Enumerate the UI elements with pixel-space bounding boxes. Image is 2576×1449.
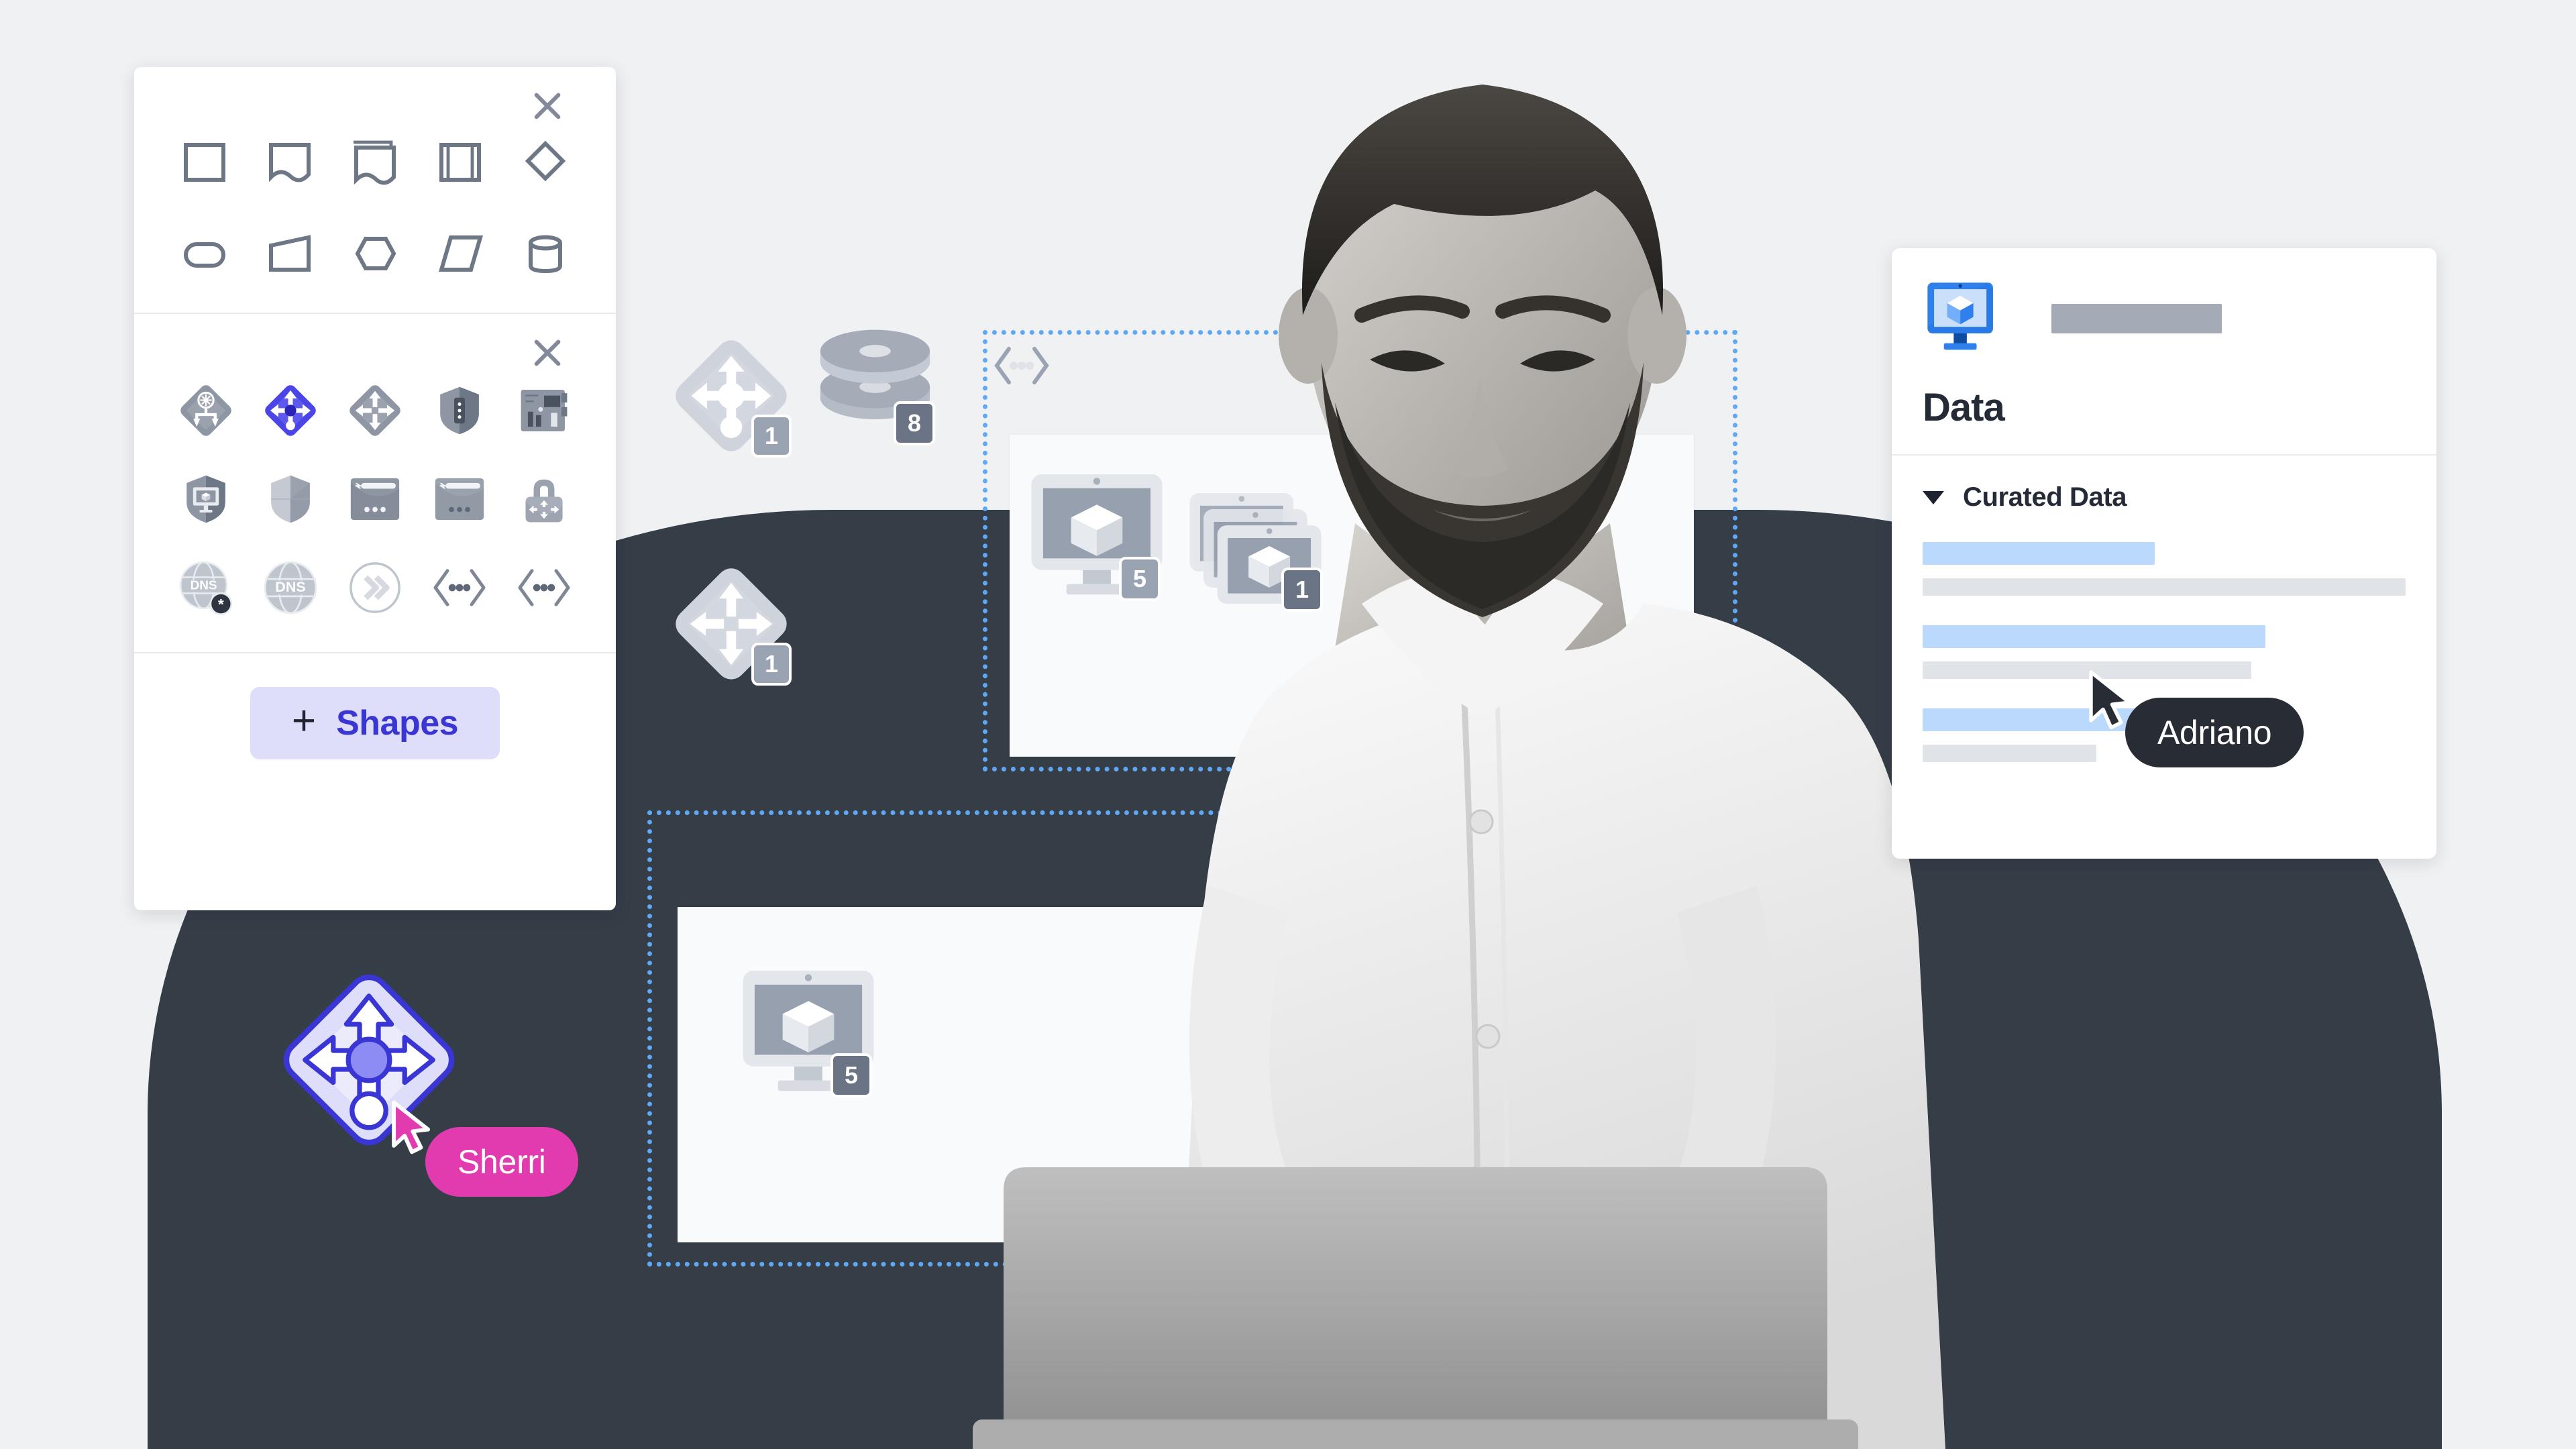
svg-text:DNS: DNS	[275, 579, 305, 595]
svg-text:*: *	[218, 596, 224, 613]
application-gateway-icon[interactable]	[340, 464, 410, 534]
svg-text:DNS: DNS	[191, 579, 217, 593]
plus-icon: +	[291, 698, 317, 744]
network-interface-icon[interactable]	[509, 376, 579, 445]
cursor-label: Sherri	[425, 1127, 578, 1197]
node-badge: 1	[751, 643, 792, 686]
predefined-process-shape[interactable]	[424, 125, 496, 197]
vm-protection-icon[interactable]	[171, 464, 241, 534]
terminator-shape[interactable]	[168, 217, 241, 290]
shapes-panel[interactable]: DNS * DNS + Shapes	[134, 67, 616, 910]
node-badge: 1	[751, 415, 792, 458]
firewall-icon[interactable]	[425, 376, 494, 445]
router-node[interactable]: 1	[671, 564, 792, 688]
canvas-stage: 1 8 1 5 1 5 DNS * DNS + Shapes Data Cura…	[0, 0, 2576, 1449]
data-shape[interactable]	[424, 217, 496, 290]
title-placeholder-bar	[2051, 304, 2222, 333]
decision-shape[interactable]	[509, 125, 582, 197]
route-table-icon[interactable]	[340, 376, 410, 445]
load-balancer-icon[interactable]	[171, 376, 241, 445]
subnet-icon[interactable]	[425, 553, 494, 623]
section-header-curated-data[interactable]: Curated Data	[1923, 482, 2406, 513]
manual-input-shape[interactable]	[254, 217, 326, 290]
rectangle-shape[interactable]	[168, 125, 241, 197]
add-shapes-button[interactable]: + Shapes	[250, 687, 500, 759]
subnet-alt-icon[interactable]	[509, 553, 579, 623]
shapes-panel-footer: + Shapes	[134, 652, 616, 793]
row-secondary-bar	[1923, 578, 2406, 596]
list-item[interactable]	[1923, 625, 2406, 679]
load-balancer-node[interactable]: 1	[671, 335, 792, 460]
dns-private-zone-icon[interactable]: DNS *	[171, 553, 241, 623]
section-label: Curated Data	[1963, 482, 2127, 512]
virtual-machine-node-2[interactable]: 5	[738, 966, 879, 1100]
list-item[interactable]	[1923, 542, 2406, 596]
data-panel-header: Data	[1892, 248, 2436, 455]
remote-desktop-icon[interactable]	[340, 553, 410, 623]
multi-document-shape[interactable]	[339, 125, 411, 197]
close-icon[interactable]	[529, 87, 566, 125]
azure-icons-section: DNS * DNS	[134, 313, 616, 652]
row-secondary-bar	[1923, 745, 2097, 762]
vm-blue-monitor-icon	[1927, 282, 1993, 350]
row-primary-bar	[1923, 625, 2266, 648]
row-primary-bar	[1923, 542, 2155, 565]
basic-shapes-section	[134, 67, 616, 313]
add-shapes-label: Shapes	[336, 704, 459, 743]
private-link-icon[interactable]	[509, 464, 579, 534]
cursor-label: Adriano	[2125, 698, 2304, 767]
node-badge: 5	[830, 1053, 872, 1097]
front-door-icon[interactable]	[425, 464, 494, 534]
close-icon[interactable]	[529, 334, 566, 372]
preparation-shape[interactable]	[339, 217, 411, 290]
route-filter-icon[interactable]	[256, 376, 325, 445]
caret-down-icon[interactable]	[1923, 490, 1944, 504]
dns-zone-icon[interactable]: DNS	[256, 553, 325, 623]
shield-icon[interactable]	[256, 464, 325, 534]
page-title: Data	[1923, 386, 2005, 429]
document-shape[interactable]	[254, 125, 326, 197]
database-shape[interactable]	[509, 217, 582, 290]
